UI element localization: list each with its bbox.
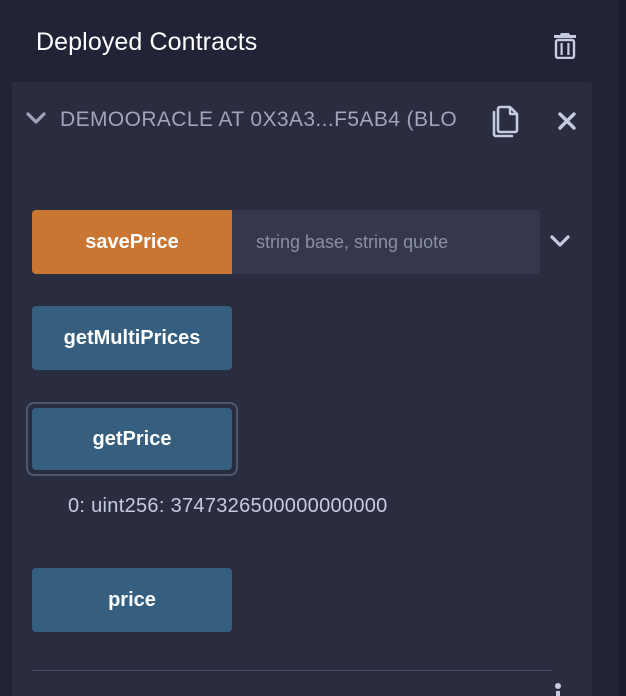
- contract-instance-header[interactable]: DEMOORACLE AT 0X3A3...F5AB4 (BLO: [12, 82, 592, 160]
- info-icon[interactable]: [554, 682, 562, 696]
- section-title: Deployed Contracts: [36, 28, 258, 56]
- trash-icon[interactable]: [553, 31, 577, 59]
- save-price-params-input[interactable]: [232, 210, 540, 274]
- scrollbar-track[interactable]: [618, 0, 626, 696]
- get-price-button[interactable]: getPrice: [32, 408, 232, 470]
- save-price-button[interactable]: savePrice: [32, 210, 232, 274]
- contract-instance-name: DEMOORACLE AT 0X3A3...F5AB4 (BLO: [60, 108, 458, 131]
- chevron-down-icon[interactable]: [550, 234, 570, 248]
- get-price-result: 0: uint256: 3747326500000000000: [68, 495, 388, 517]
- deployed-contract-instance: DEMOORACLE AT 0X3A3...F5AB4 (BLO savePri…: [12, 82, 592, 696]
- get-multi-prices-button[interactable]: getMultiPrices: [32, 306, 232, 370]
- chevron-down-icon[interactable]: [26, 111, 46, 125]
- divider: [32, 670, 552, 671]
- price-button[interactable]: price: [32, 568, 232, 632]
- copy-icon[interactable]: [490, 104, 520, 138]
- deployed-contracts-panel: Deployed Contracts DEMOORACLE AT 0X3A3..…: [0, 0, 626, 696]
- deployed-contracts-header: Deployed Contracts: [0, 0, 618, 84]
- close-icon[interactable]: [558, 112, 576, 130]
